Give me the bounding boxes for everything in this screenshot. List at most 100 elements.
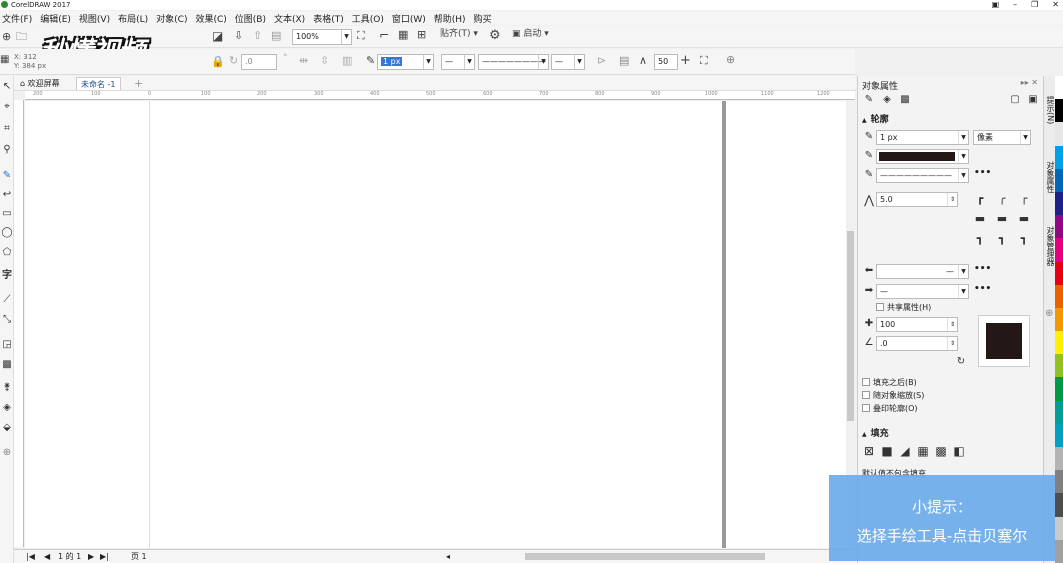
quick-customize-icon[interactable]: ⊕ bbox=[1, 446, 13, 460]
panel-line-style-select[interactable]: ————————— ▼ bbox=[876, 168, 969, 183]
options-gear-icon[interactable]: ⚙ bbox=[489, 29, 501, 42]
start-arrowhead-select[interactable]: — ▼ bbox=[441, 54, 475, 70]
text-tool-icon[interactable]: 字 bbox=[1, 269, 13, 283]
menu-tools[interactable]: 工具(O) bbox=[350, 12, 390, 25]
menu-object[interactable]: 对象(C) bbox=[154, 12, 193, 25]
show-grid-icon[interactable]: ▦ bbox=[398, 29, 408, 40]
texture-fill-icon[interactable]: ▩ bbox=[934, 444, 948, 458]
start-arrow-more-button[interactable]: ••• bbox=[974, 264, 991, 274]
polygon-tool-icon[interactable]: ⬠ bbox=[1, 246, 13, 260]
palette-swatch[interactable] bbox=[1055, 145, 1063, 169]
scale-with-object-checkbox[interactable]: 随对象缩放(S) bbox=[862, 391, 924, 401]
full-screen-icon[interactable]: ⛶ bbox=[357, 30, 365, 41]
palette-swatch[interactable] bbox=[1055, 493, 1063, 517]
panel-start-arrowhead-select[interactable]: — ▼ bbox=[876, 264, 969, 279]
vertical-scrollbar-thumb[interactable] bbox=[847, 231, 854, 421]
palette-swatch[interactable] bbox=[1055, 470, 1063, 494]
open-document-icon[interactable]: 🗀 bbox=[16, 31, 27, 42]
transparency-icon[interactable]: ▩ bbox=[898, 94, 912, 105]
next-page-icon[interactable]: ▶ bbox=[88, 550, 94, 563]
menu-text[interactable]: 文本(X) bbox=[272, 12, 311, 25]
line-style-select[interactable]: ———————— ▼ bbox=[478, 54, 549, 70]
smoothing-plus-button[interactable]: + bbox=[680, 54, 691, 67]
menu-buy[interactable]: 购买 bbox=[472, 12, 498, 25]
y-position[interactable]: 384 px bbox=[22, 62, 46, 70]
add-docker-plus-icon[interactable]: ⊕ bbox=[1045, 308, 1053, 319]
palette-swatch[interactable] bbox=[1055, 238, 1063, 262]
corner-round-icon[interactable]: ╭ bbox=[995, 192, 1009, 206]
menu-help[interactable]: 帮助(H) bbox=[432, 12, 472, 25]
color-eyedropper-icon[interactable]: ⚵ bbox=[1, 381, 13, 395]
tab-welcome-screen[interactable]: ⌂ 欢迎屏幕 bbox=[16, 77, 64, 90]
page-tab-1[interactable]: 页 1 bbox=[131, 550, 147, 563]
zoom-tool-icon[interactable]: ⚲ bbox=[1, 143, 13, 157]
palette-swatch[interactable] bbox=[1055, 307, 1063, 332]
cap-square-icon[interactable]: ▬ bbox=[973, 212, 987, 226]
close-icon[interactable]: ✕ bbox=[1052, 0, 1059, 10]
menu-edit[interactable]: 编辑(E) bbox=[38, 12, 77, 25]
quick-customize-icon[interactable]: ⊕ bbox=[726, 54, 735, 65]
line-style-more-button[interactable]: ••• bbox=[974, 168, 991, 178]
palette-swatch[interactable] bbox=[1055, 284, 1063, 308]
horizontal-scrollbar-thumb[interactable] bbox=[525, 553, 765, 560]
wrap-text-icon[interactable]: ▥ bbox=[342, 55, 352, 66]
new-document-icon[interactable]: ⊕ bbox=[2, 31, 11, 42]
freehand-tool-icon[interactable]: ✎ bbox=[1, 169, 13, 183]
last-page-icon[interactable]: ▶| bbox=[100, 550, 109, 563]
outline-color-select[interactable]: ▼ bbox=[876, 149, 969, 164]
corner-miter-icon[interactable]: ┏ bbox=[973, 192, 987, 206]
position-inside-icon[interactable]: ┓ bbox=[1017, 232, 1031, 246]
smart-fill-icon[interactable]: ⬙ bbox=[1, 421, 13, 435]
rectangle-tool-icon[interactable]: ▭ bbox=[1, 207, 13, 221]
share-attributes-checkbox[interactable]: 共享属性(H) bbox=[876, 303, 931, 313]
close-curve-icon[interactable]: ⊳ bbox=[597, 55, 606, 66]
artistic-media-tool-icon[interactable]: ↩ bbox=[1, 188, 13, 202]
minimize-icon[interactable]: – bbox=[1013, 0, 1017, 10]
end-arrow-more-button[interactable]: ••• bbox=[974, 284, 991, 294]
parallel-dimension-tool-icon[interactable]: ⟋ bbox=[1, 293, 13, 307]
panel-outline-width-select[interactable]: 1 px ▼ bbox=[876, 130, 969, 145]
angle-input[interactable]: .0 ⇕ bbox=[876, 336, 958, 351]
first-page-icon[interactable]: |◀ bbox=[26, 550, 35, 563]
export-icon[interactable]: ⇧ bbox=[253, 30, 262, 41]
menu-table[interactable]: 表格(T) bbox=[311, 12, 350, 25]
unit-select[interactable]: 像素 ▼ bbox=[973, 130, 1031, 145]
palette-swatch[interactable] bbox=[1055, 122, 1063, 146]
outline-section-header[interactable]: ▲ 轮廓 bbox=[862, 112, 889, 125]
pattern-fill-icon[interactable]: ▦ bbox=[916, 444, 930, 458]
palette-swatch[interactable] bbox=[1055, 261, 1063, 285]
panel-end-arrowhead-select[interactable]: — ▼ bbox=[876, 284, 969, 299]
zoom-level-select[interactable]: 100% ▼ bbox=[292, 29, 352, 45]
connector-tool-icon[interactable]: ⤡ bbox=[1, 313, 13, 327]
text-wrap-icon[interactable]: ▤ bbox=[619, 55, 629, 66]
menu-layout[interactable]: 布局(L) bbox=[116, 12, 154, 25]
end-arrowhead-select[interactable]: — ▼ bbox=[551, 54, 585, 70]
position-outside-icon[interactable]: ┓ bbox=[973, 232, 987, 246]
palette-swatch[interactable] bbox=[1055, 539, 1063, 563]
mirror-horizontal-icon[interactable]: ⇹ bbox=[299, 55, 308, 66]
outline-pen-icon[interactable]: ✎ bbox=[862, 94, 876, 105]
menu-view[interactable]: 视图(V) bbox=[77, 12, 116, 25]
fill-bucket-icon[interactable]: ◈ bbox=[880, 94, 894, 105]
palette-swatch[interactable] bbox=[1055, 76, 1063, 100]
show-rulers-icon[interactable]: ⌐ bbox=[379, 29, 389, 41]
pick-tool-icon[interactable]: ↖ bbox=[1, 80, 13, 94]
panel-layout-icon[interactable]: ▢ bbox=[1008, 94, 1022, 105]
docker-close-icon[interactable]: ▸▸ ✕ bbox=[1021, 78, 1038, 87]
fountain-fill-icon[interactable]: ◢ bbox=[898, 444, 912, 458]
palette-swatch[interactable] bbox=[1055, 400, 1063, 424]
user-icon[interactable]: ▣ bbox=[992, 0, 1000, 10]
snap-to-dropdown[interactable]: 贴齐(T) ▾ bbox=[440, 30, 478, 39]
smoothing-input[interactable]: 50 bbox=[654, 54, 678, 70]
vertical-ruler[interactable] bbox=[14, 100, 24, 547]
object-origin-icon[interactable]: ▦ bbox=[0, 55, 9, 65]
palette-swatch[interactable] bbox=[1055, 377, 1063, 401]
scroll-left-icon[interactable]: ◂ bbox=[446, 550, 450, 563]
tab-untitled-document[interactable]: 未命名 -1 bbox=[76, 77, 121, 90]
palette-swatch[interactable] bbox=[1055, 516, 1063, 540]
behind-fill-checkbox[interactable]: 填充之后(B) bbox=[862, 378, 917, 388]
palette-swatch[interactable] bbox=[1055, 99, 1063, 123]
launch-corel-connect-icon[interactable]: ◪ bbox=[212, 30, 223, 42]
palette-swatch[interactable] bbox=[1055, 191, 1063, 216]
uniform-fill-icon[interactable]: ■ bbox=[880, 444, 894, 458]
